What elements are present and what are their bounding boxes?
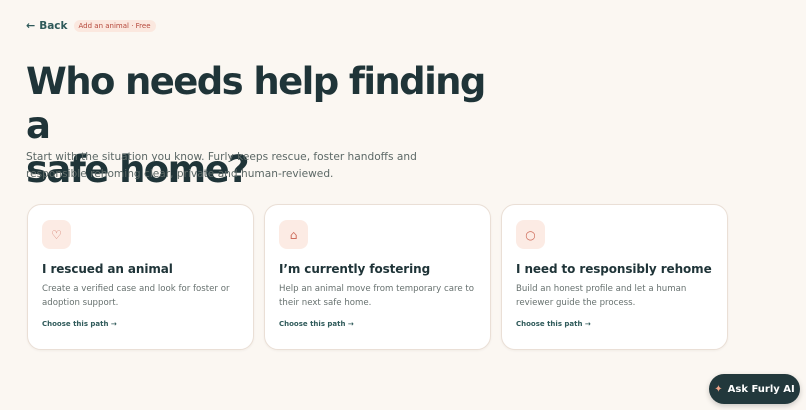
- path-cards: ♡ I rescued an animal Create a verified …: [27, 204, 728, 350]
- circle-icon: ○: [516, 220, 545, 249]
- card-title: I rescued an animal: [42, 262, 173, 276]
- choose-path-link[interactable]: Choose this path →: [516, 320, 713, 328]
- back-label: Back: [39, 19, 68, 32]
- arrow-left-icon: ←: [26, 19, 36, 32]
- choose-path-link[interactable]: Choose this path →: [42, 320, 239, 328]
- path-card-fostering[interactable]: ⌂ I’m currently fostering Help an animal…: [264, 204, 491, 350]
- card-description: Create a verified case and look for fost…: [42, 284, 230, 308]
- card-description: Help an animal move from temporary care …: [279, 284, 474, 308]
- page-badge: Add an animal · Free: [73, 19, 156, 32]
- home-icon: ⌂: [279, 220, 308, 249]
- ask-furly-ai-button[interactable]: ✦ Ask Furly AI: [709, 374, 800, 404]
- choose-path-link[interactable]: Choose this path →: [279, 320, 476, 328]
- back-link[interactable]: ← Back: [26, 19, 68, 32]
- page-title-line-1: Who needs help finding a: [26, 60, 486, 147]
- card-title: I need to responsibly rehome: [516, 262, 712, 276]
- path-card-rehome[interactable]: ○ I need to responsibly rehome Build an …: [501, 204, 728, 350]
- path-card-rescued[interactable]: ♡ I rescued an animal Create a verified …: [27, 204, 254, 350]
- top-bar: ← Back Add an animal · Free: [26, 19, 156, 32]
- sparkle-icon: ✦: [714, 383, 723, 395]
- heart-icon: ♡: [42, 220, 71, 249]
- ask-furly-ai-label: Ask Furly AI: [727, 383, 795, 395]
- card-title: I’m currently fostering: [279, 262, 431, 276]
- card-description: Build an honest profile and let a human …: [516, 284, 687, 308]
- page-subtitle: Start with the situation you know. Furly…: [26, 151, 417, 180]
